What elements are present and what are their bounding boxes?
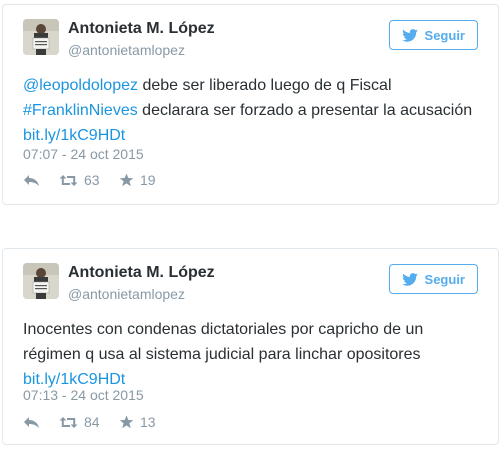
tweet-text-segment: debe ser liberado luego de q Fiscal [138,77,392,94]
author-name[interactable]: Antonieta M. López [68,20,215,38]
reply-icon [23,416,40,429]
favorite-button[interactable]: 19 [119,172,169,188]
retweet-icon [59,416,78,429]
mention-link[interactable]: @leopoldolopez [23,77,138,94]
tweet-text-line: @leopoldolopez debe ser liberado luego d… [23,73,484,98]
tweet-text: Inocentes con condenas dictatoriales por… [23,317,484,392]
reply-button[interactable] [23,416,59,429]
follow-label: Seguir [424,27,465,43]
tweet-text: @leopoldolopez debe ser liberado luego d… [23,73,484,148]
retweet-button[interactable]: 84 [59,414,119,430]
retweet-count: 63 [84,172,100,188]
author-name[interactable]: Antonieta M. López [68,264,215,282]
reply-button[interactable] [23,174,59,187]
author-handle[interactable]: @antonietamlopez [68,42,185,58]
favorite-count: 13 [140,414,156,430]
follow-label: Seguir [424,271,465,287]
tweet-actions: 63 19 [23,170,169,190]
avatar[interactable] [23,19,59,55]
hashtag-link[interactable]: #FranklinNieves [23,102,138,119]
star-icon [119,173,134,187]
favorite-button[interactable]: 13 [119,414,169,430]
timestamp[interactable]: 07:13 - 24 oct 2015 [23,387,144,403]
avatar[interactable] [23,263,59,299]
tweet-text-line: #FranklinNieves declarara ser forzado a … [23,98,484,123]
timestamp[interactable]: 07:07 - 24 oct 2015 [23,146,144,162]
favorite-count: 19 [140,172,156,188]
tweet-text-segment: Inocentes con condenas dictatoriales por… [23,321,424,338]
retweet-count: 84 [84,414,100,430]
author-handle[interactable]: @antonietamlopez [68,286,185,302]
twitter-bird-icon [401,28,418,42]
twitter-bird-icon [401,272,418,286]
tweet-actions: 84 13 [23,412,169,432]
url-link[interactable]: bit.ly/1kC9HDt [23,371,125,388]
star-icon [119,415,134,429]
follow-button[interactable]: Seguir [388,20,478,50]
tweet-text-segment: declarara ser forzado a presentar la acu… [137,102,473,119]
url-link[interactable]: bit.ly/1kC9HDt [23,127,125,144]
tweet-text-line: Inocentes con condenas dictatoriales por… [23,317,484,342]
tweet-text-line: bit.ly/1kC9HDt [23,123,484,148]
retweet-icon [59,174,78,187]
retweet-button[interactable]: 63 [59,172,119,188]
follow-button[interactable]: Seguir [388,264,478,294]
tweet-text-segment: régimen q usa al sistema judicial para l… [23,346,421,363]
reply-icon [23,174,40,187]
tweet-card: Antonieta M. López @antonietamlopez Segu… [2,248,499,445]
tweet-text-line: régimen q usa al sistema judicial para l… [23,342,484,367]
tweet-card: Antonieta M. López @antonietamlopez Segu… [2,4,499,205]
